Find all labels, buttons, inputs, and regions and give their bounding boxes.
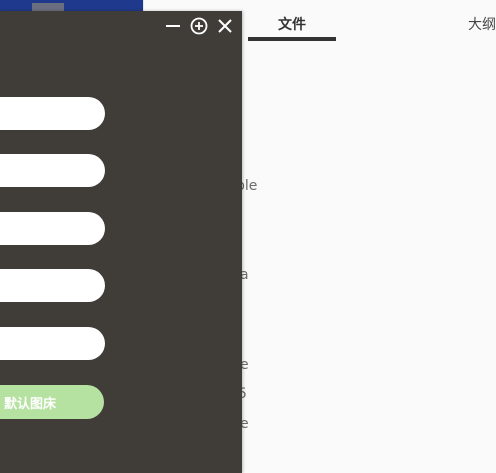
set-default-host-button[interactable]: 默认图床 bbox=[0, 385, 104, 419]
tab-files[interactable]: 文件 bbox=[248, 14, 336, 34]
background-header bbox=[0, 0, 143, 11]
set-default-host-label: 默认图床 bbox=[3, 396, 56, 412]
minimize-button[interactable] bbox=[163, 16, 183, 36]
minimize-icon bbox=[166, 25, 180, 27]
maximize-icon bbox=[190, 17, 208, 35]
tab-outline[interactable]: 大纲 bbox=[468, 14, 496, 34]
close-button[interactable] bbox=[215, 16, 235, 36]
tab-files-indicator bbox=[248, 37, 336, 41]
config-field-4[interactable] bbox=[0, 269, 105, 302]
config-field-1[interactable] bbox=[0, 97, 105, 130]
maximize-button[interactable] bbox=[189, 16, 209, 36]
config-field-5[interactable] bbox=[0, 327, 105, 360]
config-field-2[interactable] bbox=[0, 154, 105, 187]
app-window: 文件 大纲 ple a e 5 e 默认图床 bbox=[0, 0, 496, 473]
background-thumbnail bbox=[32, 3, 64, 11]
close-icon bbox=[218, 19, 232, 33]
config-field-3[interactable] bbox=[0, 212, 105, 245]
image-host-settings-dialog: 默认图床 bbox=[0, 11, 242, 473]
